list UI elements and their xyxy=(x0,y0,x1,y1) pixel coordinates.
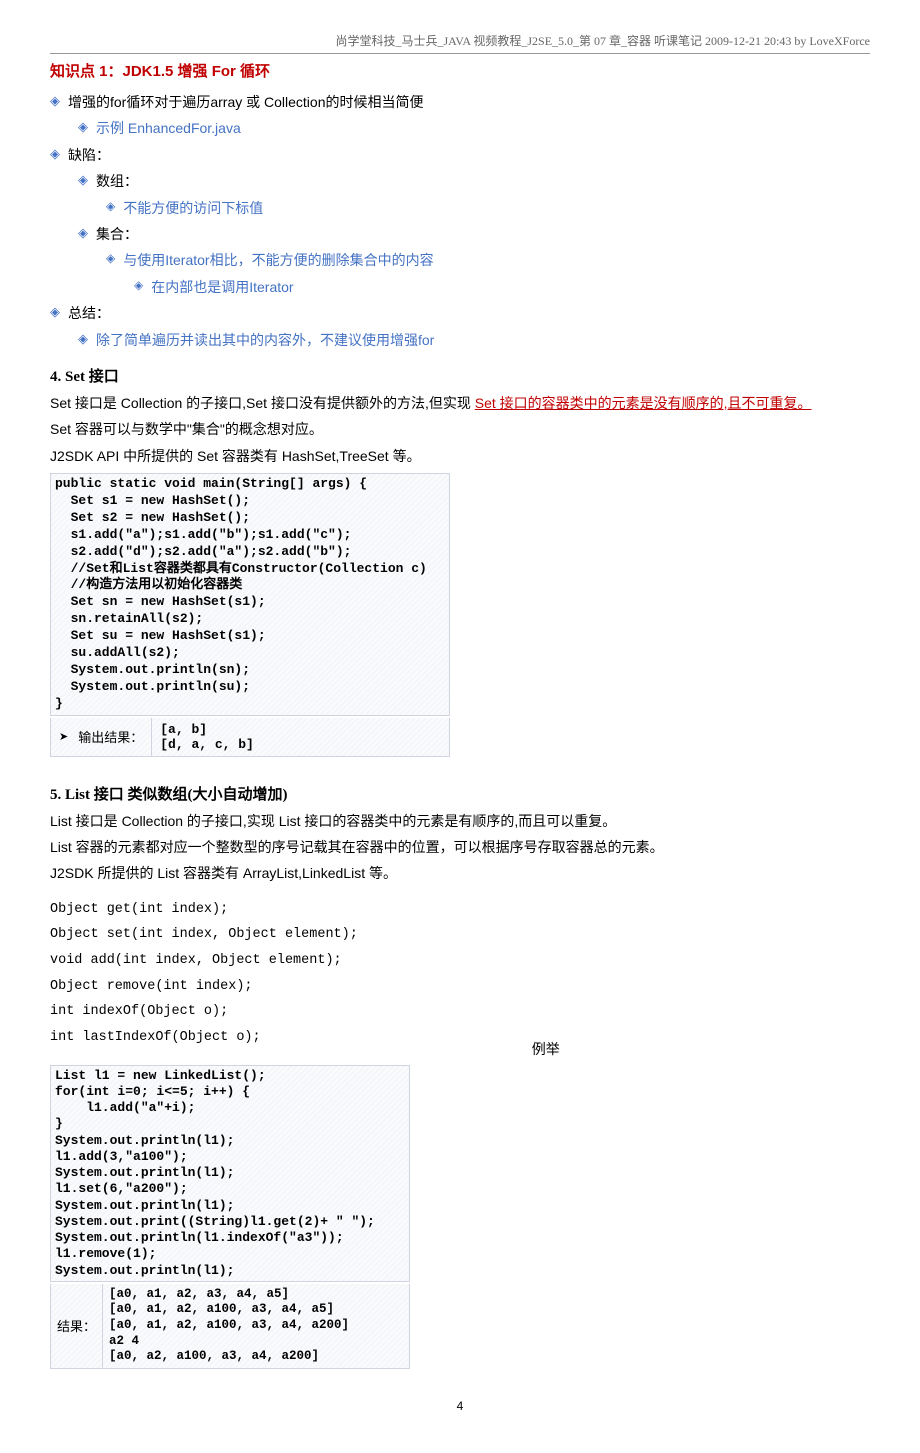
bullet-text: 总结： xyxy=(68,302,110,324)
bullet-text: 缺陷： xyxy=(68,144,110,166)
diamond-icon: ◈ xyxy=(78,117,88,138)
bullet-list: ◈ 增强的for循环对于遍历array 或 Collection的时候相当简便 ◈… xyxy=(50,91,870,351)
text: Set 接口是 Collection 的子接口,Set 接口没有提供额外的方法,… xyxy=(50,395,475,411)
diamond-icon: ◈ xyxy=(50,91,60,112)
diamond-icon: ◈ xyxy=(78,170,88,191)
output-value: [a0, a1, a2, a3, a4, a5] [a0, a1, a2, a1… xyxy=(103,1284,410,1369)
knowledge-point-title: 知识点 1：JDK1.5 增强 For 循环 xyxy=(50,60,870,81)
bullet-text: 增强的for循环对于遍历array 或 Collection的时候相当简便 xyxy=(68,91,424,113)
diamond-icon: ◈ xyxy=(78,329,88,350)
highlight-text: Set 接口的容器类中的元素是没有顺序的,且不可重复。 xyxy=(475,395,812,411)
output-value: [a, b] [d, a, c, b] xyxy=(152,718,450,757)
paragraph: Set 接口是 Collection 的子接口,Set 接口没有提供额外的方法,… xyxy=(50,392,870,414)
paragraph: Set 容器可以与数学中"集合"的概念想对应。 xyxy=(50,418,870,440)
page-header: 尚学堂科技_马士兵_JAVA 视频教程_J2SE_5.0_第 07 章_容器 听… xyxy=(50,32,870,54)
bullet-text: 数组： xyxy=(96,170,138,192)
bullet-text: 与使用Iterator相比，不能方便的删除集合中的内容 xyxy=(123,249,433,271)
paragraph: List 接口是 Collection 的子接口,实现 List 接口的容器类中… xyxy=(50,810,870,832)
bullet-text: 集合： xyxy=(96,223,138,245)
bullet-text: 示例 EnhancedFor.java xyxy=(96,117,241,139)
section-heading-set: 4. Set 接口 xyxy=(50,365,870,386)
methods-code: Object get(int index); Object set(int in… xyxy=(50,897,358,1051)
output-row: 结果： [a0, a1, a2, a3, a4, a5] [a0, a1, a2… xyxy=(50,1284,410,1369)
diamond-icon: ◈ xyxy=(78,223,88,244)
section-heading-list: 5. List 接口 类似数组(大小自动增加) xyxy=(50,783,870,804)
code-block-set: public static void main(String[] args) {… xyxy=(50,473,450,715)
output-label: ➤ 输出结果： xyxy=(50,718,152,757)
diamond-icon: ◈ xyxy=(50,144,60,165)
output-label: 结果： xyxy=(50,1284,103,1369)
output-row: ➤ 输出结果： [a, b] [d, a, c, b] xyxy=(50,718,450,757)
diamond-icon: ◈ xyxy=(50,302,60,323)
methods-block: Object get(int index); Object set(int in… xyxy=(50,889,870,1059)
example-label: 例举 xyxy=(532,1039,560,1059)
bullet-text: 不能方便的访问下标值 xyxy=(123,197,263,219)
diamond-icon: ◈ xyxy=(106,197,115,216)
paragraph: J2SDK API 中所提供的 Set 容器类有 HashSet,TreeSet… xyxy=(50,445,870,467)
code-block-list: List l1 = new LinkedList(); for(int i=0;… xyxy=(50,1065,410,1282)
output-label-text: 输出结果： xyxy=(78,727,143,746)
paragraph: J2SDK 所提供的 List 容器类有 ArrayList,LinkedLis… xyxy=(50,862,870,884)
page-number: 4 xyxy=(50,1399,870,1413)
diamond-icon: ◈ xyxy=(106,249,115,268)
bullet-text: 除了简单遍历并读出其中的内容外，不建议使用增强for xyxy=(96,329,434,351)
triangle-icon: ➤ xyxy=(59,730,68,743)
bullet-text: 在内部也是调用Iterator xyxy=(151,276,293,298)
diamond-icon: ◈ xyxy=(134,276,143,295)
paragraph: List 容器的元素都对应一个整数型的序号记载其在容器中的位置，可以根据序号存取… xyxy=(50,836,870,858)
